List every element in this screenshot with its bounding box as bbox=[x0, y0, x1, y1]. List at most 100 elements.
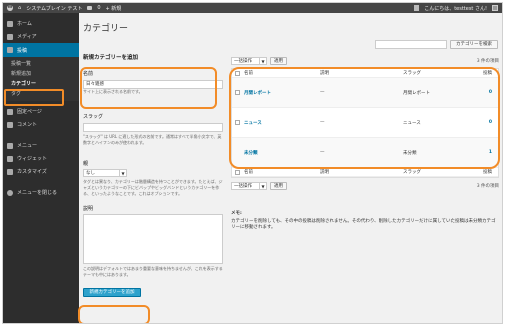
slug-label: スラッグ bbox=[83, 114, 104, 120]
search-input[interactable] bbox=[375, 40, 447, 49]
bulk-actions-bottom: 一括操作 ▼ 適用 3 件の項目 bbox=[231, 181, 499, 191]
submenu-item-tags[interactable]: タグ bbox=[11, 89, 79, 99]
apply-button-bottom[interactable]: 適用 bbox=[270, 182, 287, 190]
column-description[interactable]: 説明 bbox=[320, 70, 403, 76]
sidebar-item-home[interactable]: ホーム bbox=[3, 17, 79, 30]
name-field[interactable]: 日々雑感 bbox=[83, 80, 223, 89]
column-name-footer[interactable]: 名前 bbox=[242, 169, 320, 175]
sidebar-item-media[interactable]: メディア bbox=[3, 30, 79, 43]
column-count-footer[interactable]: 投稿 bbox=[471, 169, 498, 175]
comment-bubble-icon[interactable] bbox=[87, 6, 93, 10]
home-icon: ⌂ bbox=[18, 5, 22, 11]
sidebar-item-collapse[interactable]: メニューを閉じる bbox=[3, 186, 79, 199]
row-checkbox[interactable] bbox=[234, 120, 240, 125]
search-categories-button[interactable]: カテゴリーを検索 bbox=[450, 40, 498, 49]
category-name-link[interactable]: 未分類 bbox=[242, 150, 320, 156]
name-label: 名前 bbox=[83, 71, 94, 77]
widget-icon bbox=[7, 155, 13, 162]
description-hint: この説明はデフォルトではあまり重要な意味を持ちませんが、これを表示するテーマも中… bbox=[83, 266, 223, 277]
chevron-down-icon: ▼ bbox=[119, 170, 126, 176]
table-footer: 名前 説明 スラッグ 投稿 bbox=[232, 168, 498, 177]
apply-button[interactable]: 適用 bbox=[270, 57, 287, 65]
add-category-button[interactable]: 新規カテゴリーを追加 bbox=[83, 288, 141, 297]
category-count-link[interactable]: 0 bbox=[471, 90, 498, 95]
pages-icon bbox=[7, 108, 13, 115]
category-list: 一括操作 ▼ 適用 3 件の項目 名前 説明 スラッグ 投稿 月間レポート — bbox=[231, 56, 499, 231]
sidebar-item-label: 固定ページ bbox=[17, 109, 42, 115]
column-slug-footer[interactable]: スラッグ bbox=[403, 169, 471, 175]
parent-select-value: なし bbox=[86, 171, 95, 176]
category-description: — bbox=[320, 150, 325, 155]
column-description-footer[interactable]: 説明 bbox=[320, 169, 403, 175]
table-row: 未分類 — 未分類 1 bbox=[232, 138, 498, 168]
category-description: — bbox=[320, 120, 325, 125]
submenu-item-all-posts[interactable]: 投稿一覧 bbox=[11, 59, 79, 69]
avatar[interactable] bbox=[492, 5, 498, 11]
admin-bar: W ⌂ システムブレイン テスト 0 + 新規 こんにちは、testtest さ… bbox=[3, 3, 502, 13]
sidebar-item-customize[interactable]: カスタマイズ bbox=[3, 165, 79, 178]
description-label: 説明 bbox=[83, 206, 94, 212]
parent-hint: タグとは異なり、カテゴリーは階層構造を持つことができます。たとえば、ジャズという… bbox=[83, 179, 223, 196]
main-content: カテゴリー カテゴリーを検索 新規カテゴリーを追加 名前 日々雑感 サイト上に表… bbox=[79, 13, 502, 323]
column-name[interactable]: 名前 bbox=[242, 70, 320, 76]
category-slug: 月間レポート bbox=[403, 90, 430, 96]
sidebar-item-comments[interactable]: コメント bbox=[3, 118, 79, 131]
site-name-link[interactable]: システムブレイン テスト bbox=[26, 5, 82, 12]
sidebar-item-label: メニューを閉じる bbox=[17, 190, 58, 196]
sidebar-submenu: 投稿一覧 新規追加 カテゴリー タグ bbox=[3, 57, 79, 101]
category-name-link[interactable]: ニュース bbox=[242, 120, 320, 126]
category-slug: ニュース bbox=[403, 120, 421, 126]
page-title: カテゴリー bbox=[83, 24, 129, 34]
bulk-action-select[interactable]: 一括操作 ▼ bbox=[231, 57, 267, 65]
category-count-link[interactable]: 1 bbox=[471, 150, 498, 155]
column-count[interactable]: 投稿 bbox=[471, 70, 498, 76]
admin-sidebar: ホーム メディア 投稿 投稿一覧 新規追加 カテゴリー タグ 固定ページ コメン… bbox=[3, 13, 79, 323]
customize-icon bbox=[7, 168, 13, 175]
add-category-form: 新規カテゴリーを追加 名前 日々雑感 サイト上に表示される名前です。 スラッグ … bbox=[83, 53, 223, 297]
greeting-text[interactable]: こんにちは、testtest さん! bbox=[424, 5, 487, 12]
submenu-item-categories[interactable]: カテゴリー bbox=[11, 79, 79, 89]
wordpress-logo-icon[interactable]: W bbox=[7, 5, 13, 11]
category-description: — bbox=[320, 90, 325, 95]
item-count-bottom: 3 件の項目 bbox=[476, 184, 499, 189]
new-content-link[interactable]: + 新規 bbox=[106, 5, 122, 12]
sidebar-item-menus[interactable]: メニュー bbox=[3, 139, 79, 152]
parent-label: 親 bbox=[83, 161, 89, 167]
category-slug: 未分類 bbox=[403, 150, 417, 156]
sidebar-item-widgets[interactable]: ウィジェット bbox=[3, 152, 79, 165]
chevron-down-icon: ▼ bbox=[259, 183, 266, 189]
submenu-item-add-new[interactable]: 新規追加 bbox=[11, 69, 79, 79]
categories-table: 名前 説明 スラッグ 投稿 月間レポート — 月間レポート 0 ニュース — ニ… bbox=[231, 68, 499, 178]
window-frame: W ⌂ システムブレイン テスト 0 + 新規 こんにちは、testtest さ… bbox=[2, 2, 503, 324]
select-all-checkbox-footer[interactable] bbox=[234, 169, 240, 175]
category-name-link[interactable]: 月間レポート bbox=[242, 90, 320, 96]
table-row: ニュース — ニュース 0 bbox=[232, 108, 498, 138]
row-checkbox[interactable] bbox=[234, 90, 240, 95]
bulk-action-select-bottom[interactable]: 一括操作 ▼ bbox=[231, 182, 267, 190]
description-textarea[interactable] bbox=[83, 214, 223, 264]
bulk-actions-top: 一括操作 ▼ 適用 3 件の項目 bbox=[231, 56, 499, 66]
flag-icon[interactable] bbox=[414, 5, 420, 11]
sidebar-item-label: メディア bbox=[17, 34, 37, 40]
category-count-link[interactable]: 0 bbox=[471, 120, 498, 125]
item-count: 3 件の項目 bbox=[476, 59, 499, 64]
delete-note: メモ: カテゴリーを削除しても、その中の投稿は削除されません。その代わり、削除し… bbox=[231, 211, 499, 231]
note-heading: メモ: bbox=[231, 211, 242, 216]
note-text: カテゴリーを削除しても、その中の投稿は削除されません。その代わり、削除したカテゴ… bbox=[231, 219, 496, 230]
comments-count: 0 bbox=[97, 5, 101, 11]
column-slug[interactable]: スラッグ bbox=[403, 70, 471, 76]
comments-icon bbox=[7, 121, 13, 128]
sidebar-item-pages[interactable]: 固定ページ bbox=[3, 105, 79, 118]
sidebar-item-label: 投稿 bbox=[17, 47, 28, 54]
bulk-action-value: 一括操作 bbox=[234, 184, 252, 189]
dashboard-icon bbox=[7, 20, 13, 27]
media-icon bbox=[7, 33, 13, 40]
table-header: 名前 説明 スラッグ 投稿 bbox=[232, 69, 498, 78]
menu-icon bbox=[7, 142, 13, 149]
sidebar-item-label: コメント bbox=[17, 122, 38, 128]
select-all-checkbox[interactable] bbox=[234, 70, 240, 76]
sidebar-item-posts[interactable]: 投稿 bbox=[3, 43, 79, 57]
sidebar-item-label: カスタマイズ bbox=[17, 169, 47, 175]
parent-select[interactable]: なし ▼ bbox=[83, 169, 127, 177]
slug-field[interactable] bbox=[83, 123, 223, 132]
